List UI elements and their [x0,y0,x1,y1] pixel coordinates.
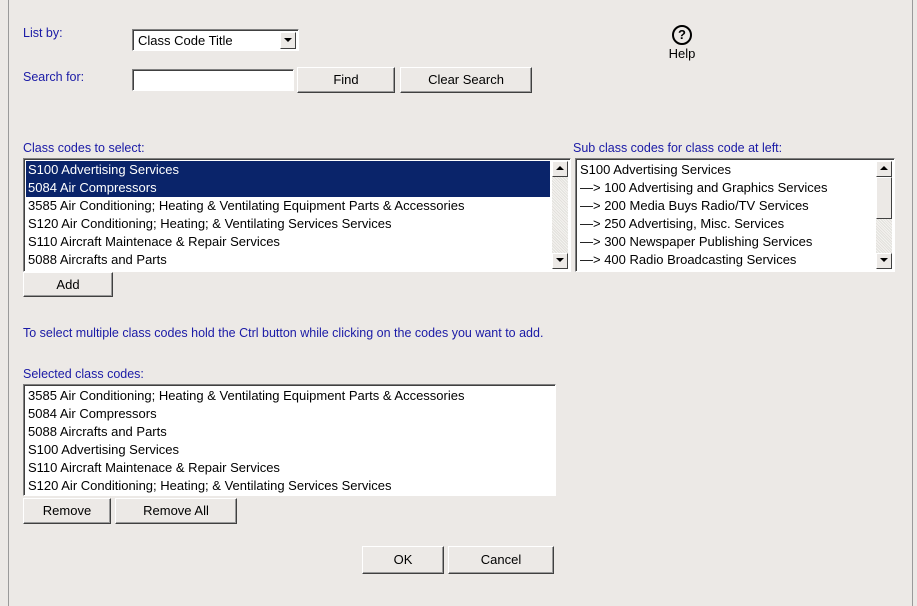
selected-code-option[interactable]: S100 Advertising Services [26,441,553,459]
scroll-down-icon[interactable] [876,253,892,269]
scrollbar-thumb[interactable] [876,177,892,219]
class-code-option[interactable]: 5084 Air Compressors [26,179,550,197]
class-codes-scrollbar[interactable] [552,161,568,269]
sub-codes-label: Sub class codes for class code at left: [573,141,783,155]
chevron-down-icon[interactable] [280,32,296,49]
remove-all-button[interactable]: Remove All [115,498,237,524]
find-button[interactable]: Find [297,67,395,93]
list-by-label: List by: [23,26,63,40]
class-code-option[interactable]: 5088 Aircrafts and Parts [26,251,550,269]
scroll-down-icon[interactable] [552,253,568,269]
help-icon: ? [672,25,692,45]
list-by-select[interactable]: Class Code Title [132,29,299,51]
selected-code-option[interactable]: S110 Aircraft Maintenace & Repair Servic… [26,459,553,477]
cancel-button[interactable]: Cancel [448,546,554,574]
search-label: Search for: [23,70,85,84]
remove-button[interactable]: Remove [23,498,111,524]
selected-codes-listbox[interactable]: 3585 Air Conditioning; Heating & Ventila… [23,384,556,496]
selected-code-option[interactable]: 5084 Air Compressors [26,405,553,423]
selected-code-option[interactable]: S120 Air Conditioning; Heating; & Ventil… [26,477,553,495]
sub-code-option[interactable]: —> 300 Newspaper Publishing Services [578,233,874,251]
selected-code-option[interactable]: 5088 Aircrafts and Parts [26,423,553,441]
scroll-up-icon[interactable] [876,161,892,177]
class-codes-items: S100 Advertising Services 5084 Air Compre… [26,161,550,269]
selected-codes-items: 3585 Air Conditioning; Heating & Ventila… [26,387,553,495]
selected-code-option[interactable]: 3585 Air Conditioning; Heating & Ventila… [26,387,553,405]
ok-button[interactable]: OK [362,546,444,574]
sub-code-option[interactable]: S100 Advertising Services [578,161,874,179]
selected-codes-label: Selected class codes: [23,367,144,381]
clear-search-button[interactable]: Clear Search [400,67,532,93]
class-codes-listbox[interactable]: S100 Advertising Services 5084 Air Compre… [23,158,571,272]
class-codes-label: Class codes to select: [23,141,145,155]
scroll-up-icon[interactable] [552,161,568,177]
help-label: Help [668,46,696,61]
class-code-option[interactable]: S110 Aircraft Maintenace & Repair Servic… [26,233,550,251]
sub-code-option[interactable]: —> 100 Advertising and Graphics Services [578,179,874,197]
sub-code-option[interactable]: —> 400 Radio Broadcasting Services [578,251,874,269]
sub-code-option[interactable]: —> 200 Media Buys Radio/TV Services [578,197,874,215]
class-code-option[interactable]: S120 Air Conditioning; Heating; & Ventil… [26,215,550,233]
add-button[interactable]: Add [23,272,113,297]
list-by-value: Class Code Title [138,33,233,48]
search-input[interactable] [132,69,294,91]
sub-code-option[interactable]: —> 250 Advertising, Misc. Services [578,215,874,233]
sub-codes-items: S100 Advertising Services —> 100 Advertis… [578,161,874,269]
help-button[interactable]: ? Help [662,25,702,61]
instruction-text: To select multiple class codes hold the … [23,326,544,340]
sub-codes-listbox[interactable]: S100 Advertising Services —> 100 Advertis… [575,158,895,272]
class-code-option[interactable]: 3585 Air Conditioning; Heating & Ventila… [26,197,550,215]
class-code-option[interactable]: S100 Advertising Services [26,161,550,179]
sub-codes-scrollbar[interactable] [876,161,892,269]
